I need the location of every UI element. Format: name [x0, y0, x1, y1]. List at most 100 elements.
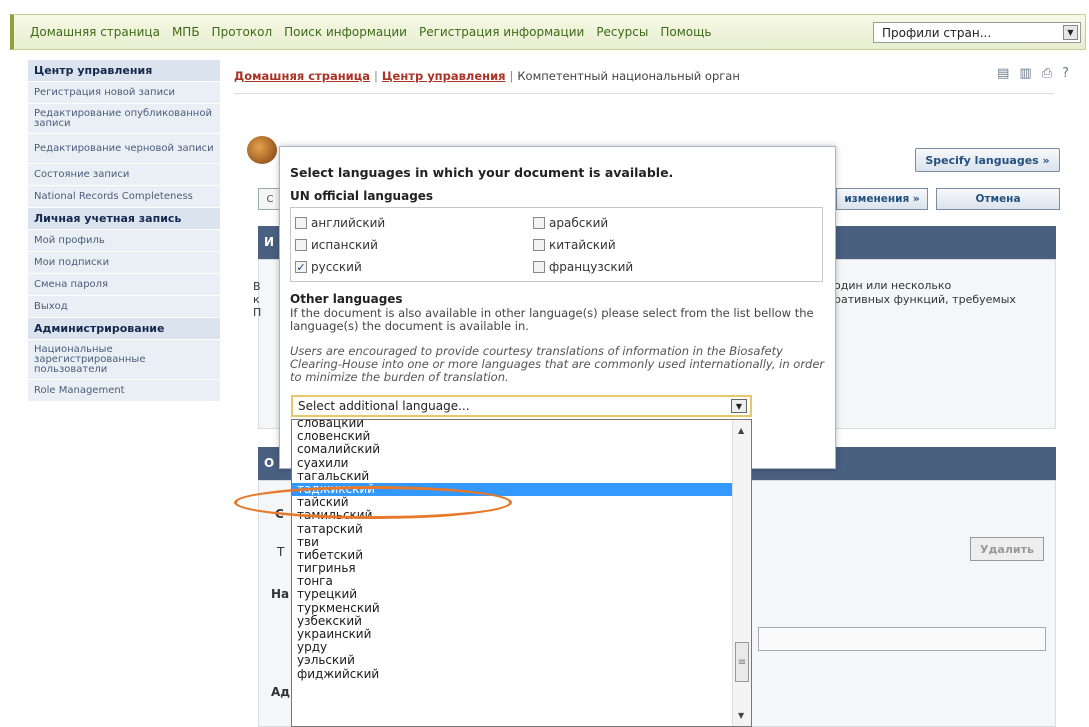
- help-icon[interactable]: ?: [1062, 66, 1069, 81]
- sidebar-item-edit-draft[interactable]: Редактирование черновой записи: [28, 134, 220, 164]
- dropdown-option[interactable]: татарский: [292, 522, 732, 536]
- additional-language-select[interactable]: Select additional language... ▼: [291, 395, 752, 417]
- checkbox-box[interactable]: [533, 239, 545, 251]
- section-header-fragment: О: [264, 456, 275, 470]
- dropdown-option[interactable]: фиджийский: [292, 667, 732, 681]
- checkbox-chinese[interactable]: китайский: [533, 238, 616, 252]
- sidebar-item-new-record[interactable]: Регистрация новой записи: [28, 82, 220, 104]
- sidebar-item-national-users[interactable]: Национальные зарегистрированные пользова…: [28, 340, 220, 380]
- other-languages-description: If the document is also available in oth…: [290, 306, 814, 333]
- checkbox-french[interactable]: французский: [533, 260, 633, 274]
- dropdown-option[interactable]: тви: [292, 535, 732, 549]
- sidebar-item-edit-published[interactable]: Редактирование опубликованной записи: [28, 104, 220, 134]
- info-fragment: П: [253, 306, 262, 319]
- save-changes-button[interactable]: изменения »: [836, 188, 928, 210]
- sidebar-section-admin: Администрирование: [28, 318, 220, 340]
- export-icon[interactable]: ▥: [1019, 66, 1031, 81]
- top-navigation-bar: Домашняя страница МПБ Протокол Поиск инф…: [10, 14, 1086, 50]
- checkbox-box[interactable]: [295, 217, 307, 229]
- dropdown-option[interactable]: тибетский: [292, 548, 732, 562]
- sidebar-item-completeness[interactable]: National Records Completeness: [28, 186, 220, 208]
- sidebar-section-control-center: Центр управления: [28, 60, 220, 82]
- checkbox-box[interactable]: [533, 217, 545, 229]
- nav-mpb[interactable]: МПБ: [172, 25, 200, 39]
- chevron-down-icon[interactable]: ▼: [731, 399, 747, 413]
- dropdown-scrollbar[interactable]: ▲ ≡ ▼: [732, 420, 751, 726]
- panel-fragment: Т: [277, 545, 285, 559]
- info-text-line: один или несколько: [834, 279, 952, 292]
- nav-protocol[interactable]: Протокол: [212, 25, 273, 39]
- dropdown-option[interactable]: тонга: [292, 575, 732, 588]
- chevron-down-icon[interactable]: ▼: [1063, 25, 1078, 40]
- sidebar-item-my-subscriptions[interactable]: Мои подписки: [28, 252, 220, 274]
- other-languages-label: Other languages: [290, 292, 403, 306]
- info-fragment: В: [253, 280, 261, 293]
- nav-search[interactable]: Поиск информации: [284, 25, 407, 39]
- nav-home[interactable]: Домашняя страница: [30, 25, 160, 39]
- language-dropdown-list: словацкий словенский сомалийский суахили…: [291, 419, 752, 727]
- sidebar-section-account: Личная учетная запись: [28, 208, 220, 230]
- sidebar-item-change-password[interactable]: Смена пароля: [28, 274, 220, 296]
- dropdown-options: словацкий словенский сомалийский суахили…: [292, 420, 732, 681]
- dropdown-option[interactable]: суахили: [292, 456, 732, 470]
- breadcrumb-current: Компетентный национальный орган: [517, 69, 740, 83]
- panel-fragment: Ад: [271, 685, 290, 699]
- dropdown-option[interactable]: уэльский: [292, 654, 732, 667]
- nav-registration[interactable]: Регистрация информации: [419, 25, 584, 39]
- checkbox-arabic[interactable]: арабский: [533, 216, 608, 230]
- sidebar-item-role-management[interactable]: Role Management: [28, 380, 220, 402]
- checkbox-russian[interactable]: ✓ русский: [295, 260, 362, 274]
- breadcrumb-control-center[interactable]: Центр управления: [382, 69, 506, 83]
- cancel-button[interactable]: Отмена: [936, 188, 1060, 210]
- breadcrumb-separator: |: [374, 69, 378, 83]
- sidebar: Центр управления Регистрация новой запис…: [28, 60, 220, 402]
- checkbox-label: испанский: [311, 238, 378, 252]
- un-languages-label: UN official languages: [290, 189, 434, 203]
- specify-languages-button[interactable]: Specify languages »: [915, 148, 1060, 172]
- checkmark-icon[interactable]: ✓: [295, 261, 307, 273]
- section-header-fragment: И: [264, 235, 275, 249]
- checkbox-label: русский: [311, 260, 362, 274]
- checkbox-label: арабский: [549, 216, 609, 230]
- sidebar-item-logout[interactable]: Выход: [28, 296, 220, 318]
- breadcrumb-separator: |: [509, 69, 514, 83]
- dropdown-option[interactable]: сомалийский: [292, 443, 732, 456]
- sidebar-item-my-profile[interactable]: Мой профиль: [28, 230, 220, 252]
- checkbox-box[interactable]: [295, 239, 307, 251]
- print-preview-icon[interactable]: ▤: [997, 66, 1009, 81]
- nav-help[interactable]: Помощь: [660, 25, 711, 39]
- sidebar-item-record-status[interactable]: Состояние записи: [28, 164, 220, 186]
- dropdown-option[interactable]: украинский: [292, 627, 732, 641]
- info-fragment: к: [253, 293, 260, 306]
- courtesy-note: Users are encouraged to provide courtesy…: [290, 344, 825, 384]
- scroll-thumb[interactable]: ≡: [735, 642, 749, 682]
- checkbox-english[interactable]: английский: [295, 216, 385, 230]
- scroll-down-icon[interactable]: ▼: [738, 711, 744, 720]
- panel-fragment: На: [271, 587, 290, 601]
- checkbox-spanish[interactable]: испанский: [295, 238, 378, 252]
- dropdown-option[interactable]: туркменский: [292, 601, 732, 615]
- dropdown-option[interactable]: тигринья: [292, 561, 732, 575]
- additional-language-placeholder: Select additional language...: [298, 399, 470, 413]
- page-toolbar: ▤ ▥ ⎙ ?: [997, 66, 1069, 81]
- authority-icon: [247, 136, 277, 164]
- print-icon[interactable]: ⎙: [1042, 66, 1052, 81]
- checkbox-label: французский: [549, 260, 634, 274]
- country-profiles-value: Профили стран...: [882, 25, 992, 40]
- dropdown-option[interactable]: тагальский: [292, 469, 732, 483]
- dropdown-option[interactable]: урду: [292, 640, 732, 654]
- name-field[interactable]: [758, 627, 1046, 651]
- info-text-line: ративных функций, требуемых: [834, 293, 1016, 306]
- checkbox-label: китайский: [549, 238, 616, 252]
- divider: [234, 93, 1054, 94]
- delete-button[interactable]: Удалить: [970, 537, 1044, 561]
- highlight-oval-annotation: [234, 486, 512, 519]
- scroll-up-icon[interactable]: ▲: [738, 426, 744, 435]
- country-profiles-select[interactable]: Профили стран... ▼: [873, 22, 1081, 43]
- un-languages-group: английский арабский испанский китайский …: [290, 207, 823, 282]
- nav-resources[interactable]: Ресурсы: [596, 25, 648, 39]
- breadcrumb-home[interactable]: Домашняя страница: [234, 69, 370, 83]
- breadcrumb: Домашняя страница | Центр управления | Компе…: [234, 69, 740, 83]
- checkbox-box[interactable]: [533, 261, 545, 273]
- dropdown-option[interactable]: турецкий: [292, 588, 732, 601]
